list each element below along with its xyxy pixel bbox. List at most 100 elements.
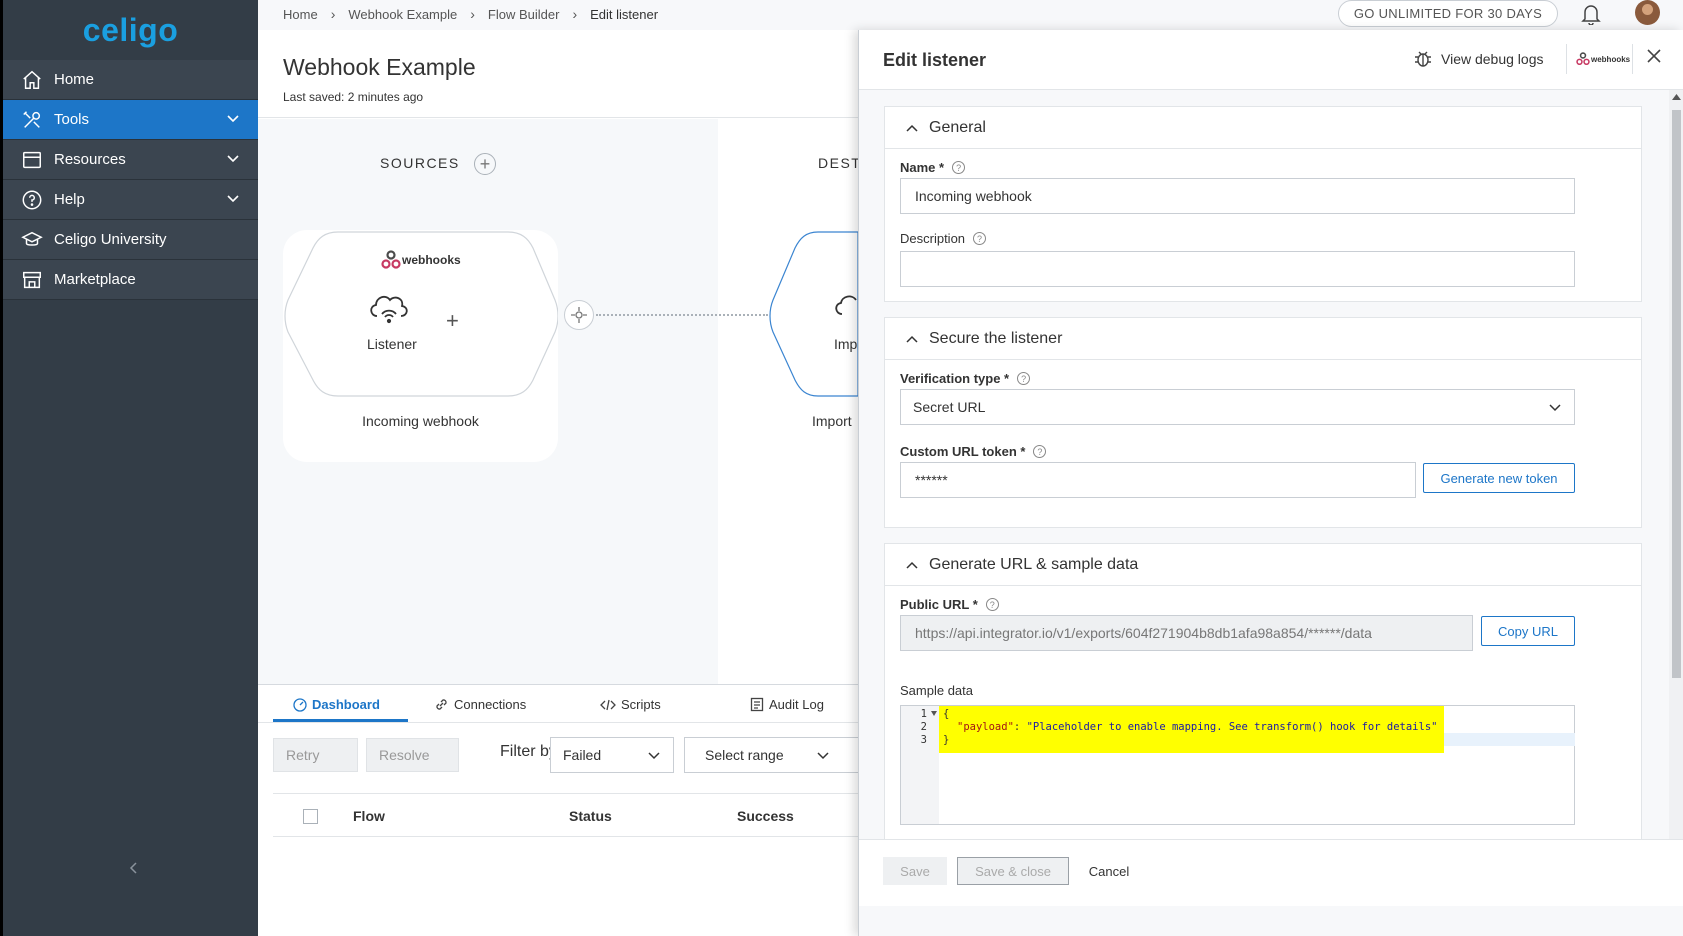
resolve-button[interactable]: Resolve [366, 738, 459, 772]
save-and-close-button[interactable]: Save & close [957, 857, 1069, 885]
tab-scripts[interactable]: Scripts [600, 697, 661, 712]
verification-value: Secret URL [913, 399, 986, 415]
tab-connections[interactable]: Connections [434, 697, 526, 712]
date-range-label: Select range [705, 747, 784, 763]
cloud-listener-icon [370, 295, 408, 324]
resources-icon [20, 148, 44, 172]
cancel-button[interactable]: Cancel [1081, 857, 1137, 885]
webhooks-icon [1576, 52, 1590, 66]
header-divider [1566, 44, 1567, 74]
add-source-button[interactable]: + [474, 153, 496, 175]
top-bar: Home › Webhook Example › Flow Builder › … [258, 0, 1683, 30]
go-unlimited-button[interactable]: GO UNLIMITED FOR 30 DAYS [1338, 0, 1558, 27]
line-number: 2 [920, 721, 927, 733]
add-step-node[interactable] [564, 300, 594, 330]
public-url-label: Public URL * ? [900, 597, 999, 612]
tab-audit-log[interactable]: Audit Log [750, 697, 824, 712]
breadcrumb-separator: › [330, 6, 336, 22]
copy-url-button[interactable]: Copy URL [1481, 616, 1575, 646]
generate-url-section-header[interactable]: Generate URL & sample data [885, 544, 1641, 586]
verification-type-select[interactable]: Secret URL [900, 389, 1575, 425]
chevron-up-icon [906, 335, 918, 343]
drawer-scrollbar[interactable] [1669, 90, 1683, 899]
sample-data-editor[interactable]: 1 2 3 { "payload": "Placeholder to enabl… [900, 705, 1575, 825]
bell-icon[interactable] [1581, 3, 1601, 25]
listener-type-label: Listener [367, 336, 417, 352]
scroll-up-icon[interactable] [1672, 94, 1681, 100]
collapse-sidebar-button[interactable] [121, 855, 147, 881]
tools-icon [20, 108, 44, 132]
save-button[interactable]: Save [883, 857, 947, 885]
avatar[interactable] [1635, 0, 1660, 25]
close-icon[interactable] [1646, 48, 1662, 64]
breadcrumb-webhook-example[interactable]: Webhook Example [348, 7, 457, 22]
sidebar-item-label: Help [54, 191, 85, 208]
name-input[interactable]: Incoming webhook [900, 178, 1575, 214]
custom-url-token-label: Custom URL token * ? [900, 444, 1047, 459]
column-flow[interactable]: Flow [353, 808, 385, 824]
celigo-logo[interactable]: celigo [3, 0, 258, 60]
destination-name: Import [812, 413, 852, 429]
flow-connector-line [596, 314, 768, 316]
column-success[interactable]: Success [737, 808, 794, 824]
filter-value: Failed [563, 747, 602, 763]
destination-card[interactable]: Imp Import [768, 230, 858, 462]
code-token: } [943, 734, 950, 746]
sidebar-item-help[interactable]: Help [3, 180, 258, 220]
chevron-down-icon [227, 115, 239, 123]
filter-select[interactable]: Failed [550, 737, 674, 773]
breadcrumb-home[interactable]: Home [283, 7, 318, 22]
description-input[interactable] [900, 251, 1575, 287]
token-label-text: Custom URL token * [900, 444, 1026, 459]
fold-arrow-icon[interactable] [931, 711, 937, 716]
sidebar-item-celigo-university[interactable]: Celigo University [3, 220, 258, 260]
retry-button[interactable]: Retry [273, 738, 358, 772]
sidebar-item-tools[interactable]: Tools [3, 100, 258, 140]
select-all-checkbox[interactable] [303, 809, 318, 824]
dashboard-panel: Dashboard Connections Scripts Audit Log … [258, 684, 858, 936]
generate-new-token-button[interactable]: Generate new token [1423, 463, 1575, 493]
dashboard-tabs: Dashboard Connections Scripts Audit Log [258, 685, 858, 723]
help-icon[interactable]: ? [1017, 372, 1031, 385]
webhooks-logo: webhooks [380, 250, 461, 270]
plus-icon: + [446, 308, 459, 333]
dashboard-icon [293, 697, 307, 712]
name-value: Incoming webhook [915, 188, 1032, 204]
date-range-select[interactable]: Select range [684, 737, 858, 773]
destinations-label: DEST [818, 155, 862, 171]
help-icon[interactable]: ? [952, 161, 966, 174]
help-icon[interactable]: ? [985, 598, 999, 611]
help-icon [20, 188, 44, 212]
drawer-footer: Save Save & close Cancel [859, 839, 1683, 906]
custom-url-token-input[interactable]: ****** [900, 462, 1416, 498]
add-processor-button[interactable]: + [446, 308, 459, 334]
sidebar-item-resources[interactable]: Resources [3, 140, 258, 180]
sidebar-item-marketplace[interactable]: Marketplace [3, 260, 258, 300]
column-status[interactable]: Status [569, 808, 612, 824]
bug-icon [1415, 51, 1431, 67]
breadcrumb-separator: › [470, 6, 475, 22]
code-line-3: } [943, 734, 949, 746]
webhooks-logo-small: webhooks [1575, 52, 1630, 66]
page-title: Webhook Example [283, 54, 476, 80]
sample-data-label: Sample data [900, 683, 973, 698]
app-window: celigo Home Tools Resources Help Celigo … [0, 0, 1683, 936]
tab-dashboard[interactable]: Dashboard [293, 697, 380, 712]
verification-label-text: Verification type * [900, 371, 1010, 386]
active-tab-indicator [273, 719, 408, 722]
breadcrumb-flow-builder[interactable]: Flow Builder [488, 7, 560, 22]
tab-label: Scripts [621, 697, 661, 712]
webhooks-brand-text: webhooks [1591, 54, 1631, 64]
secure-section-header[interactable]: Secure the listener [885, 318, 1641, 360]
code-line-1: { [943, 708, 949, 720]
code-key: "payload" [957, 721, 1014, 733]
source-card[interactable]: webhooks Listener + Incoming webhook [283, 230, 558, 462]
general-section-header[interactable]: General [885, 107, 1641, 149]
sidebar-item-home[interactable]: Home [3, 60, 258, 100]
help-icon[interactable]: ? [1033, 445, 1047, 458]
scroll-thumb[interactable] [1672, 110, 1681, 678]
view-debug-logs-button[interactable]: View debug logs [1413, 49, 1543, 69]
breadcrumb-edit-listener: Edit listener [590, 6, 659, 22]
last-saved-text: Last saved: 2 minutes ago [283, 90, 424, 104]
help-icon[interactable]: ? [973, 232, 987, 245]
